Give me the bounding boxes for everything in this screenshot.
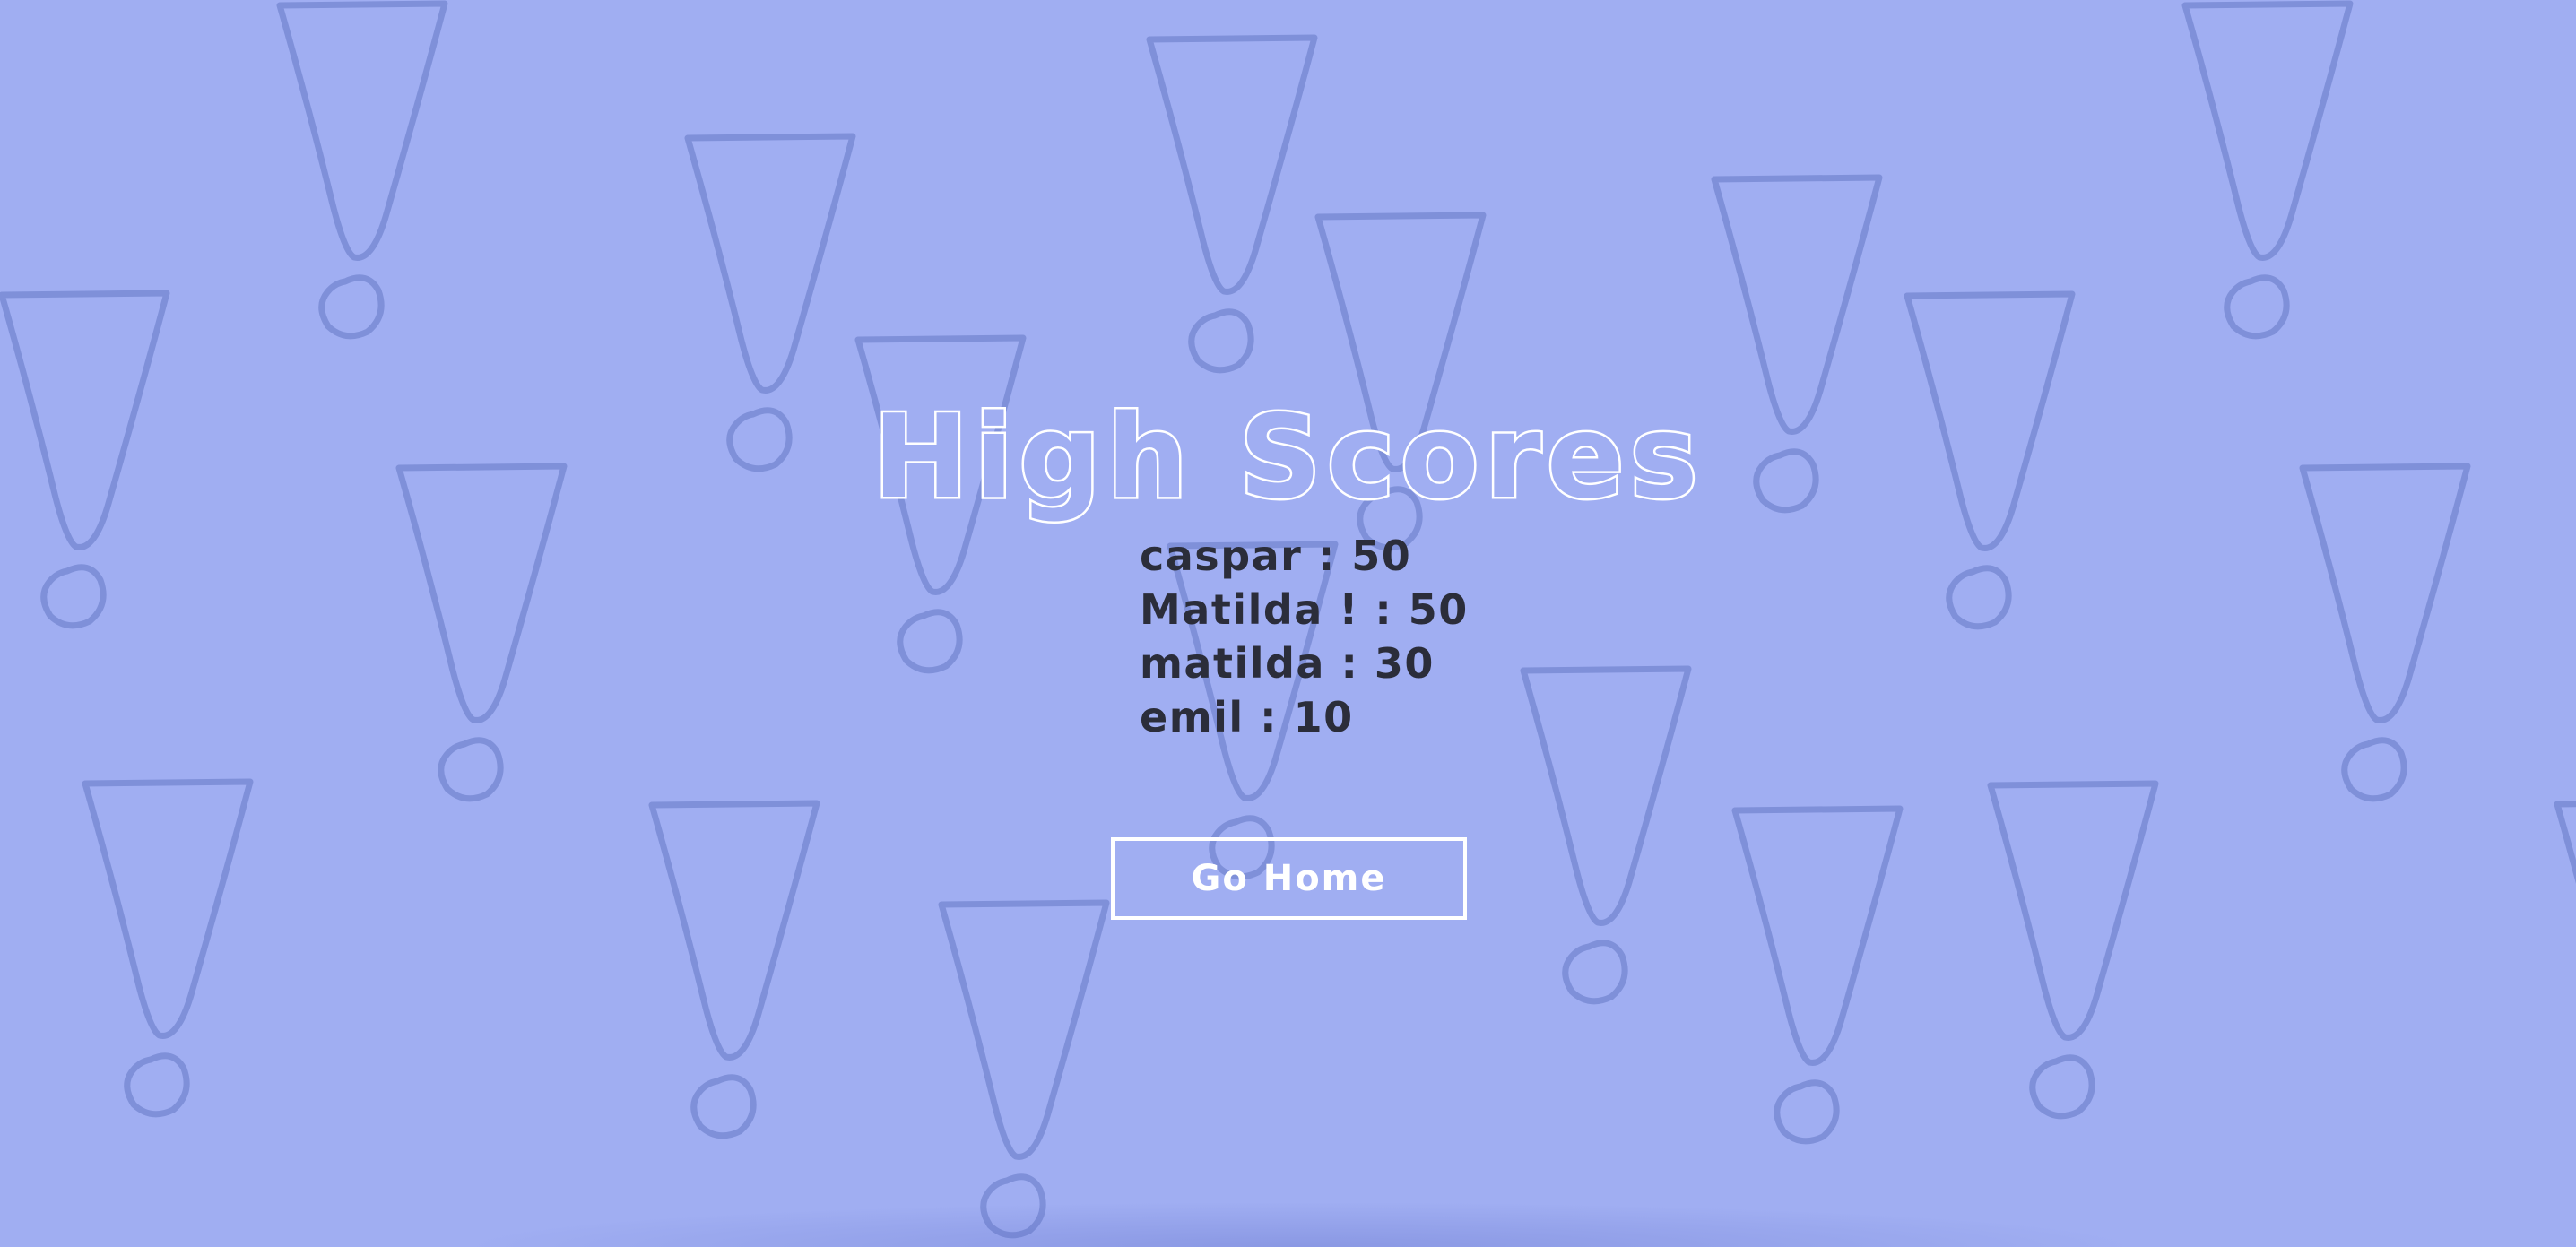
high-scores-screen: High Scores caspar : 50 Matilda ! : 50 m… (0, 0, 2576, 1247)
score-entry: emil : 10 (1140, 693, 1354, 741)
score-entry: matilda : 30 (1140, 639, 1435, 688)
go-home-button[interactable]: Go Home (1111, 837, 1467, 920)
score-entry: caspar : 50 (1140, 532, 1412, 580)
page-title: High Scores (871, 388, 1704, 526)
score-list: caspar : 50 Matilda ! : 50 matilda : 30 … (1140, 529, 1469, 744)
score-entry: Matilda ! : 50 (1140, 585, 1469, 634)
